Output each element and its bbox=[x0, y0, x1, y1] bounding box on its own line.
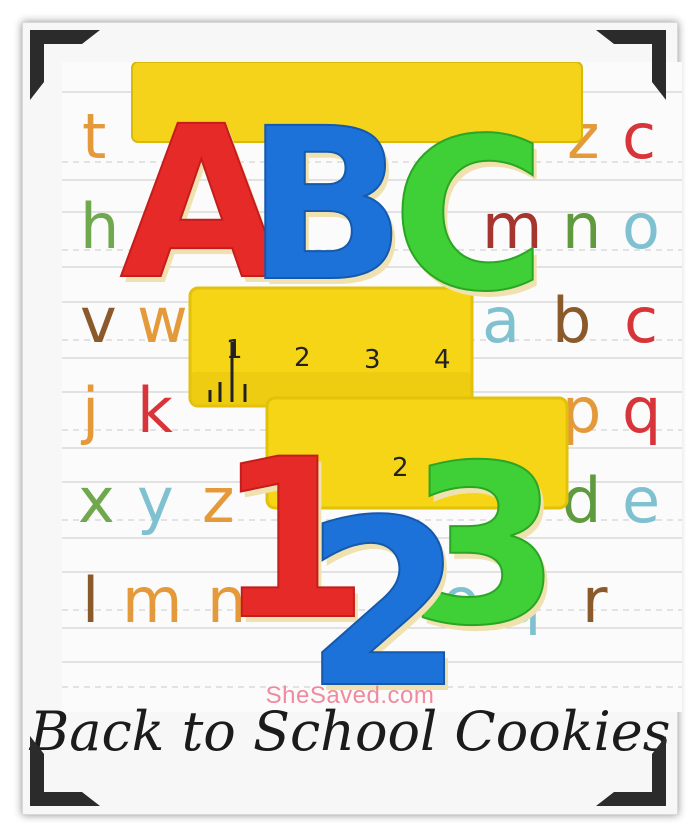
photo-corner-icon bbox=[30, 30, 100, 100]
letter-cookies: A A B B C C bbox=[119, 80, 550, 344]
ruler-mark: 2 bbox=[294, 343, 311, 373]
photo-corner-icon bbox=[596, 30, 666, 100]
ruler-mark: 3 bbox=[364, 345, 381, 375]
bg-letter: t bbox=[82, 100, 106, 173]
cookie-photo: t z c h m n o v w a b c j k p q x y z d bbox=[62, 62, 682, 712]
bg-letter: x bbox=[78, 464, 115, 537]
photo-corner-icon bbox=[596, 736, 666, 806]
bg-letter: e bbox=[622, 464, 660, 537]
bg-letter: o bbox=[622, 190, 660, 263]
bg-letter: h bbox=[80, 190, 119, 263]
ruler-mark: 1 bbox=[226, 335, 243, 365]
cookie-number-2: 2 bbox=[304, 472, 464, 712]
photo-corner-icon bbox=[30, 736, 100, 806]
page-title: Back to School Cookies bbox=[29, 700, 671, 763]
bg-letter: j bbox=[80, 374, 99, 447]
bg-letter: b bbox=[552, 284, 591, 357]
bg-letter: c bbox=[624, 284, 658, 357]
bg-letter: n bbox=[562, 190, 601, 263]
bg-letter: c bbox=[622, 100, 656, 173]
bg-letter: v bbox=[80, 284, 117, 357]
ruler-mark: 4 bbox=[434, 345, 451, 375]
bg-letter: y bbox=[137, 464, 174, 537]
bg-letter: m bbox=[122, 564, 182, 637]
bg-letter: l bbox=[82, 564, 99, 637]
cookie-letter-c: C bbox=[392, 93, 546, 338]
cookie-letter-b: B bbox=[246, 83, 406, 328]
bg-letter: r bbox=[582, 564, 608, 637]
photo-scene: t z c h m n o v w a b c j k p q x y z d bbox=[62, 62, 682, 712]
bg-letter: q bbox=[622, 374, 661, 447]
bg-letter: k bbox=[137, 374, 173, 447]
